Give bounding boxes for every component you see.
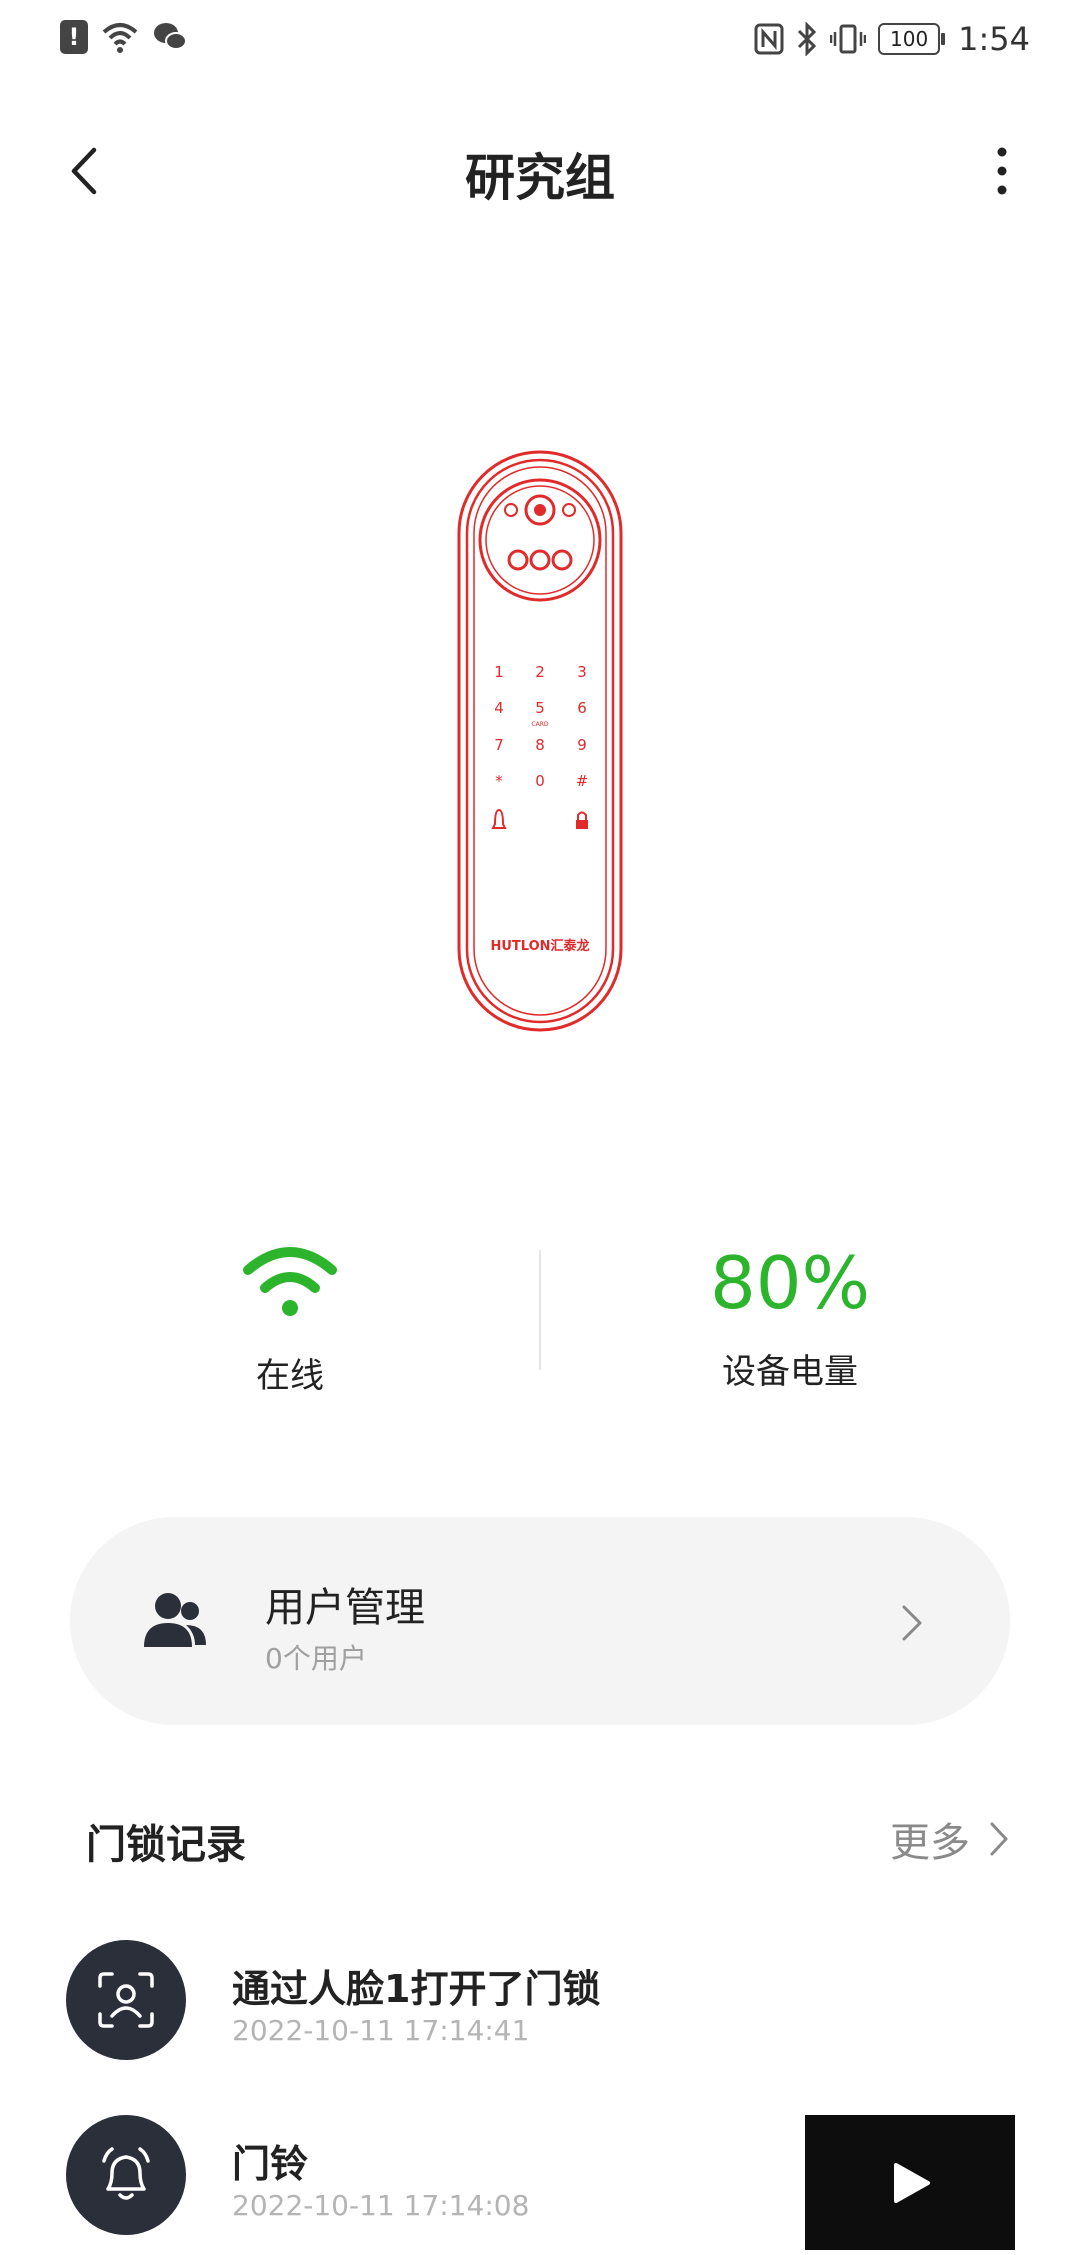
- online-status: 在线: [110, 1240, 470, 1397]
- record-title: 门铃: [232, 2142, 309, 2186]
- lock-key-4: 4: [494, 699, 504, 717]
- lock-bell-mark: [491, 808, 507, 829]
- vibrate-icon: [830, 24, 867, 54]
- status-bar: ! 100 1:54: [0, 0, 1080, 84]
- status-right: 100 1:54: [754, 20, 1030, 58]
- battery-status: 80% 设备电量: [610, 1240, 970, 1393]
- lock-key-3: 3: [577, 663, 587, 681]
- battery-percentage: 80%: [709, 1241, 871, 1325]
- page-title: 研究组: [465, 149, 615, 207]
- play-icon: [894, 2162, 930, 2203]
- clock: 1:54: [958, 20, 1030, 58]
- wechat-icon: [154, 23, 187, 50]
- lock-key-7: 7: [494, 736, 504, 754]
- status-left: !: [60, 20, 188, 54]
- bell-icon: [102, 2147, 150, 2200]
- lock-key-9: 9: [577, 736, 587, 754]
- chevron-right-icon: [902, 1605, 922, 1641]
- lock-key-6: 6: [577, 699, 587, 717]
- lock-brand-text: HUTLON汇泰龙: [490, 938, 589, 954]
- nfc-icon: [754, 23, 784, 55]
- battery-indicator: 100: [878, 23, 946, 55]
- records-section-title: 门锁记录: [86, 1822, 246, 1868]
- lock-key-8: 8: [535, 736, 545, 754]
- chevron-right-icon: [990, 1822, 1008, 1856]
- record-icon-wrap: [66, 2115, 186, 2235]
- device-status-row: 在线 80% 设备电量: [0, 1240, 1080, 1400]
- online-label: 在线: [256, 1356, 324, 1396]
- more-options-button[interactable]: [982, 138, 1022, 204]
- user-count: 0个用户: [265, 1642, 367, 1675]
- wifi-online-icon: [243, 1247, 337, 1316]
- record-time: 2022-10-11 17:14:41: [232, 2014, 530, 2047]
- more-vertical-icon: [997, 147, 1007, 195]
- record-icon-wrap: [66, 1940, 186, 2060]
- record-title: 通过人脸1打开了门锁: [232, 1967, 601, 2011]
- lock-padlock-mark: [576, 820, 588, 829]
- lock-card-label: CARD: [531, 721, 548, 728]
- top-bar: 研究组: [0, 120, 1080, 220]
- records-more-label: 更多: [890, 1820, 970, 1866]
- lock-key-hash: #: [576, 772, 589, 790]
- lock-key-5: 5: [535, 699, 545, 717]
- wifi-status-icon: [102, 23, 138, 53]
- battery-label: 设备电量: [722, 1352, 858, 1392]
- records-more-button[interactable]: 更多: [890, 1810, 1010, 1868]
- bluetooth-icon: [798, 22, 817, 56]
- video-thumbnail[interactable]: [805, 2115, 1015, 2250]
- face-scan-icon: [98, 1972, 154, 2028]
- lock-key-2: 2: [535, 663, 545, 681]
- user-management-card[interactable]: 用户管理 0个用户: [70, 1517, 1010, 1725]
- lock-key-star: *: [495, 772, 503, 790]
- lock-key-0: 0: [535, 772, 545, 790]
- record-item[interactable]: 通过人脸1打开了门锁 2022-10-11 17:14:41: [0, 1940, 1080, 2080]
- record-time: 2022-10-11 17:14:08: [232, 2189, 530, 2222]
- users-icon: [144, 1593, 206, 1647]
- alert-icon: !: [60, 20, 88, 54]
- status-divider: [539, 1250, 541, 1370]
- user-management-title: 用户管理: [265, 1585, 425, 1631]
- lock-key-1: 1: [494, 663, 504, 681]
- smart-lock-image: 1 2 3 4 5 6 7 8 9 * 0 # CARD HUTLON汇泰龙: [457, 450, 623, 1032]
